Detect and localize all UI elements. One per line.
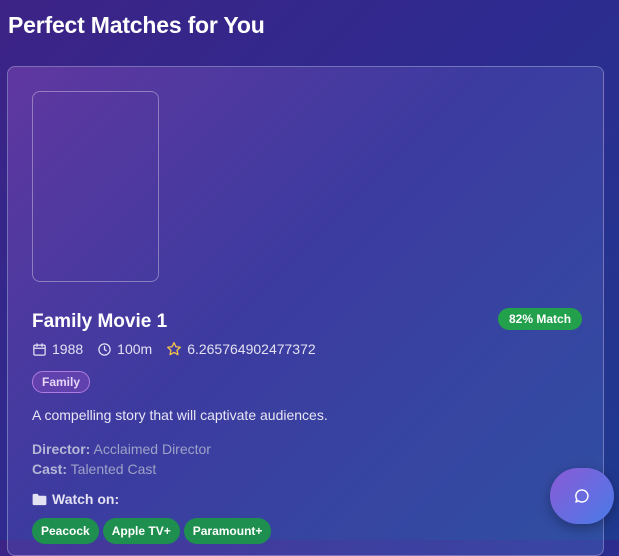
year-text: 1988 bbox=[52, 341, 84, 357]
director-line: Director: Acclaimed Director bbox=[32, 439, 211, 459]
credits: Director: Acclaimed Director Cast: Talen… bbox=[32, 439, 211, 479]
movie-title: Family Movie 1 bbox=[32, 311, 168, 332]
year-item: 1988 bbox=[32, 341, 83, 357]
runtime-text: 100m bbox=[117, 341, 153, 357]
match-badge: 82% Match bbox=[498, 308, 583, 330]
cast-label: Cast: bbox=[32, 461, 68, 477]
folder-icon bbox=[32, 493, 47, 505]
movie-meta: 1988 100m 6.265764902477372 bbox=[32, 341, 330, 357]
calendar-icon bbox=[33, 342, 46, 356]
watch-on-heading: Watch on: bbox=[32, 491, 119, 507]
page-title: Perfect Matches for You bbox=[8, 12, 265, 38]
director-label: Director: bbox=[32, 441, 91, 457]
provider-peacock[interactable]: Peacock bbox=[32, 518, 99, 544]
movie-poster[interactable] bbox=[32, 91, 159, 282]
watch-on-label: Watch on: bbox=[52, 491, 120, 507]
provider-apple-tv[interactable]: Apple TV+ bbox=[102, 518, 180, 544]
rating-text: 6.265764902477372 bbox=[187, 341, 316, 357]
provider-paramount[interactable]: Paramount+ bbox=[183, 518, 272, 544]
movie-description: A compelling story that will captivate a… bbox=[32, 407, 328, 423]
runtime-item: 100m bbox=[97, 341, 152, 357]
director-value: Acclaimed Director bbox=[93, 441, 211, 457]
chat-button[interactable] bbox=[550, 468, 614, 524]
cast-value: Talented Cast bbox=[70, 461, 157, 477]
clock-icon bbox=[98, 342, 111, 356]
cast-line: Cast: Talented Cast bbox=[32, 459, 211, 479]
chat-icon bbox=[575, 489, 589, 503]
rating-item: 6.265764902477372 bbox=[166, 341, 316, 357]
movie-card[interactable]: Family Movie 1 82% Match 1988 100m 6.265… bbox=[7, 66, 604, 556]
star-icon bbox=[167, 342, 182, 356]
genre-tag[interactable]: Family bbox=[32, 371, 91, 393]
provider-list: Peacock Apple TV+ Paramount+ bbox=[32, 518, 275, 544]
